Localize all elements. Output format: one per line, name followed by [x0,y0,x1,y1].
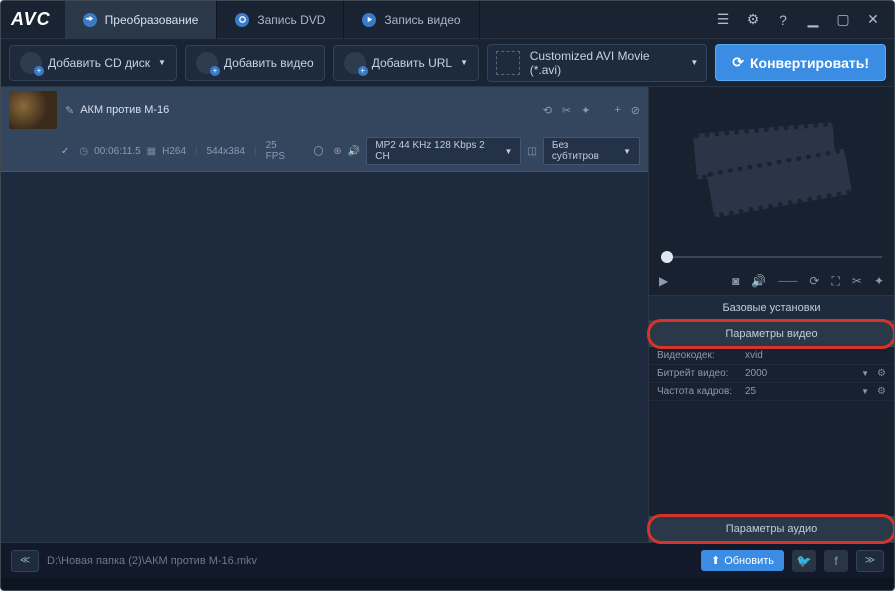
add-url-button[interactable]: Добавить URL ▼ [333,45,479,81]
effects-icon[interactable]: ✦ [581,104,590,117]
settings-panel: Базовые установки Параметры видео Видеок… [649,295,894,542]
setting-codec: Видеокодек: xvid [649,347,894,365]
cd-icon [20,52,42,74]
rotate-icon[interactable]: ⟳ [809,274,819,288]
basic-settings-header[interactable]: Базовые установки [649,296,894,321]
codec: H264 [162,146,186,157]
gear-icon[interactable]: ⚙ [877,368,886,379]
chevron-down-icon[interactable]: ▼ [861,369,869,378]
subtitle-icon: ◫ [527,146,536,157]
clock-icon: ◷ [79,146,88,157]
sound-icon: 🔊 [348,146,360,157]
tab-convert[interactable]: Преобразование [65,1,218,39]
convert-icon [83,13,97,27]
refresh-icon[interactable]: ⟲ [543,104,552,117]
cut-icon[interactable]: ✂ [852,274,862,288]
globe-icon[interactable]: ⊕ [333,146,341,157]
add-cd-button[interactable]: Добавить CD диск ▼ [9,45,177,81]
chevron-down-icon: ▼ [505,147,513,156]
twitter-icon[interactable]: 🐦 [792,550,816,572]
facebook-icon[interactable]: f [824,550,848,572]
add-video-button[interactable]: Добавить видео [185,45,325,81]
gear-icon[interactable]: ⚙ [742,9,764,31]
resolution: 544x384 [207,146,245,157]
tab-dvd[interactable]: Запись DVD [217,1,344,39]
refresh-icon: ⟳ [732,54,744,71]
up-arrow-icon: ⬆ [711,554,720,567]
camera-icon[interactable]: ◙ [732,274,739,288]
duration: 00:06:11.5 [94,146,141,157]
gear-icon[interactable]: ⚙ [877,386,886,397]
update-button[interactable]: ⬆ Обновить [701,550,784,571]
preview-area [649,87,894,247]
chevron-down-icon: ▼ [690,58,698,67]
format-selector[interactable]: Customized AVI Movie (*.avi) ▼ [487,44,707,82]
side-panel: ▶ ◙ 🔊 ─── ⟳ ⛶ ✂ ✦ Базовые установки Пара… [648,87,894,542]
subtitle-selector[interactable]: Без субтитров ▼ [543,137,640,165]
cut-icon[interactable]: ✂ [562,104,571,117]
dvd-icon [235,13,249,27]
file-path: D:\Новая папка (2)\АКМ против М-16.mkv [47,555,693,567]
help-icon[interactable]: ? [772,9,794,31]
record-icon [362,13,376,27]
chevron-down-icon: ▼ [158,58,166,67]
convert-button[interactable]: ⟳ Конвертировать! [715,44,886,81]
film-icon: ▦ [147,146,156,157]
toolbar: Добавить CD диск ▼ Добавить видео Добави… [1,39,894,87]
chevron-down-icon: ▼ [460,58,468,67]
maximize-icon[interactable]: ▢ [832,9,854,31]
effects-icon[interactable]: ✦ [874,274,884,288]
radio-icon[interactable] [314,146,324,156]
url-icon [344,52,366,74]
seek-slider[interactable] [649,247,894,267]
prev-button[interactable]: ≪ [11,550,39,572]
edit-icon[interactable]: ✎ [65,104,74,117]
thumbnail [9,91,57,129]
add-icon[interactable]: + [614,104,620,116]
minimize-icon[interactable]: ▁ [802,9,824,31]
audio-selector[interactable]: MP2 44 KHz 128 Kbps 2 CH ▼ [366,137,521,165]
statusbar: ≪ D:\Новая папка (2)\АКМ против М-16.mkv… [1,542,894,578]
setting-framerate: Частота кадров: 25 ▼ ⚙ [649,383,894,401]
check-icon[interactable]: ✓ [61,146,69,157]
remove-icon[interactable]: ⊘ [631,104,640,117]
file-item[interactable]: ✎ АКМ против М-16 ⟲ ✂ ✦ + ⊘ ✓ ◷ 00:06:11… [1,87,648,172]
filmstrip-icon [690,107,852,227]
file-list: ✎ АКМ против М-16 ⟲ ✂ ✦ + ⊘ ✓ ◷ 00:06:11… [1,87,648,542]
fullscreen-icon[interactable]: ⛶ [831,274,839,289]
file-title: АКМ против М-16 [80,104,169,116]
titlebar: AVC Преобразование Запись DVD Запись вид… [1,1,894,39]
chevron-down-icon[interactable]: ▼ [861,387,869,396]
video-icon [196,52,218,74]
tab-record[interactable]: Запись видео [344,1,479,39]
play-icon[interactable]: ▶ [659,274,668,288]
volume-icon[interactable]: 🔊 [751,274,766,288]
format-icon [496,51,520,75]
next-button[interactable]: ≫ [856,550,884,572]
app-logo: AVC [11,9,51,30]
chevron-down-icon: ▼ [623,147,631,156]
list-icon[interactable]: ☰ [712,9,734,31]
fps: 25 FPS [266,140,298,162]
setting-bitrate: Битрейт видео: 2000 ▼ ⚙ [649,365,894,383]
video-params-header[interactable]: Параметры видео [649,321,894,347]
audio-params-header[interactable]: Параметры аудио [649,516,894,542]
close-icon[interactable]: ✕ [862,9,884,31]
